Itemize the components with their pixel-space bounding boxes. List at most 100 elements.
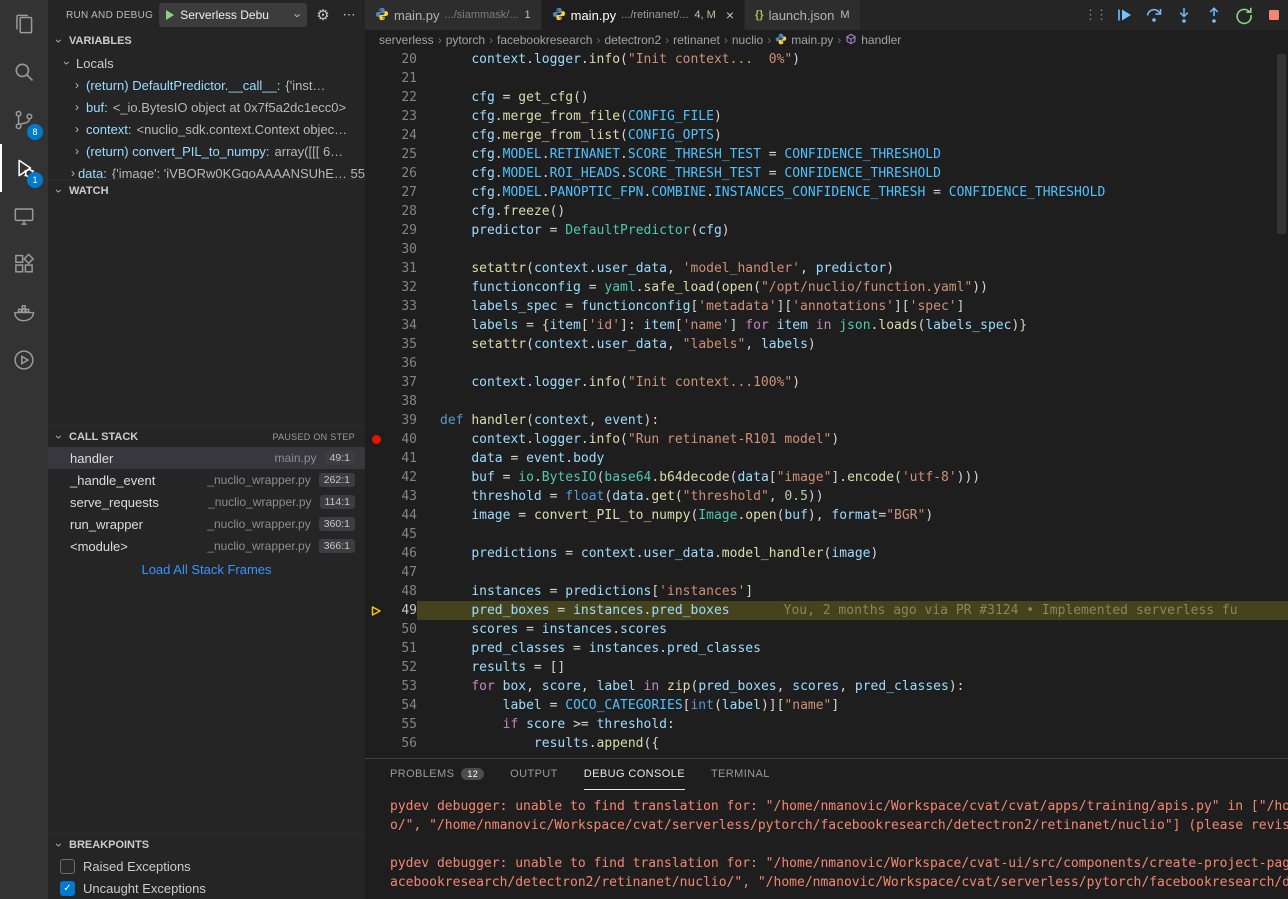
tab-launch-json[interactable]: {} launch.json M [745,0,861,30]
code-line-54[interactable]: 54 label = COCO_CATEGORIES[int(label)]["… [365,696,1288,715]
code-text[interactable]: labels = {item['id']: item['name'] for i… [417,316,1288,335]
stack-frame[interactable]: handlermain.py49:1 [48,447,365,469]
debug-console-output[interactable]: pydev debugger: unable to find translati… [365,790,1288,899]
gutter[interactable] [365,411,387,430]
gutter[interactable] [365,259,387,278]
code-text[interactable]: context.logger.info("Init context... 0%"… [417,50,1288,69]
explorer-icon[interactable] [0,0,48,48]
variable-row[interactable]: ›(return) DefaultPredictor.__call__:{'in… [48,74,365,96]
stop-icon[interactable] [1262,3,1286,27]
code-text[interactable] [417,354,1288,373]
gutter[interactable] [365,316,387,335]
gutter[interactable] [365,620,387,639]
code-text[interactable]: instances = predictions['instances'] [417,582,1288,601]
code-line-56[interactable]: 56 results.append({ [365,734,1288,753]
gutter[interactable] [365,582,387,601]
gutter[interactable] [365,563,387,582]
code-line-46[interactable]: 46 predictions = context.user_data.model… [365,544,1288,563]
remote-explorer-icon[interactable] [0,192,48,240]
code-text[interactable]: predictor = DefaultPredictor(cfg) [417,221,1288,240]
gutter[interactable] [365,69,387,88]
gutter[interactable] [365,240,387,259]
code-text[interactable]: cfg.freeze() [417,202,1288,221]
code-line-28[interactable]: 28 cfg.freeze() [365,202,1288,221]
breadcrumb-item-serverless[interactable]: serverless [379,33,434,47]
gutter[interactable] [365,525,387,544]
gutter[interactable] [365,392,387,411]
code-line-35[interactable]: 35 setattr(context.user_data, "labels", … [365,335,1288,354]
code-text[interactable]: scores = instances.scores [417,620,1288,639]
toolbar-gripper-icon[interactable]: ⋮⋮ [1084,7,1106,23]
code-line-34[interactable]: 34 labels = {item['id']: item['name'] fo… [365,316,1288,335]
code-line-21[interactable]: 21 [365,69,1288,88]
step-out-icon[interactable] [1202,3,1226,27]
checkbox[interactable] [60,859,75,874]
code-text[interactable] [417,240,1288,259]
code-text[interactable]: threshold = float(data.get("threshold", … [417,487,1288,506]
code-line-51[interactable]: 51 pred_classes = instances.pred_classes [365,639,1288,658]
gutter[interactable] [365,696,387,715]
code-text[interactable]: label = COCO_CATEGORIES[int(label)]["nam… [417,696,1288,715]
debug-settings-gear-icon[interactable]: ⚙ [313,6,333,24]
code-line-27[interactable]: 27 cfg.MODEL.PANOPTIC_FPN.COMBINE.INSTAN… [365,183,1288,202]
gutter[interactable] [365,183,387,202]
current-line-arrow[interactable] [365,601,387,620]
gutter[interactable] [365,145,387,164]
stack-frame[interactable]: <module>_nuclio_wrapper.py366:1 [48,535,365,557]
continue-icon[interactable] [1112,3,1136,27]
code-line-39[interactable]: 39def handler(context, event): [365,411,1288,430]
editor-scrollbar[interactable] [1277,54,1286,234]
code-text[interactable] [417,563,1288,582]
code-line-49[interactable]: 49 pred_boxes = instances.pred_boxesYou,… [365,601,1288,620]
breadcrumb-item-facebookresearch[interactable]: facebookresearch [497,33,592,47]
gutter[interactable] [365,335,387,354]
gutter[interactable] [365,468,387,487]
code-text[interactable]: cfg.merge_from_list(CONFIG_OPTS) [417,126,1288,145]
code-line-26[interactable]: 26 cfg.MODEL.ROI_HEADS.SCORE_THRESH_TEST… [365,164,1288,183]
code-line-20[interactable]: 20 context.logger.info("Init context... … [365,50,1288,69]
code-text[interactable]: buf = io.BytesIO(base64.b64decode(data["… [417,468,1288,487]
breadcrumb-item-detectron2[interactable]: detectron2 [604,33,661,47]
code-text[interactable]: for box, score, label in zip(pred_boxes,… [417,677,1288,696]
code-text[interactable]: pred_classes = instances.pred_classes [417,639,1288,658]
code-line-31[interactable]: 31 setattr(context.user_data, 'model_han… [365,259,1288,278]
gutter[interactable] [365,202,387,221]
code-line-52[interactable]: 52 results = [] [365,658,1288,677]
run-and-debug-icon[interactable]: 1 [0,144,48,192]
code-line-55[interactable]: 55 if score >= threshold: [365,715,1288,734]
breadcrumb-item-pytorch[interactable]: pytorch [446,33,485,47]
gutter[interactable] [365,734,387,753]
gutter[interactable] [365,107,387,126]
code-line-40[interactable]: 40 context.logger.info("Run retinanet-R1… [365,430,1288,449]
gutter[interactable] [365,715,387,734]
code-line-37[interactable]: 37 context.logger.info("Init context...1… [365,373,1288,392]
gutter[interactable] [365,278,387,297]
code-line-43[interactable]: 43 threshold = float(data.get("threshold… [365,487,1288,506]
gutter[interactable] [365,449,387,468]
code-text[interactable]: context.logger.info("Init context...100%… [417,373,1288,392]
code-text[interactable]: context.logger.info("Run retinanet-R101 … [417,430,1288,449]
gutter[interactable] [365,50,387,69]
code-text[interactable]: cfg.merge_from_file(CONFIG_FILE) [417,107,1288,126]
restart-icon[interactable] [1232,3,1256,27]
code-line-38[interactable]: 38 [365,392,1288,411]
code-line-50[interactable]: 50 scores = instances.scores [365,620,1288,639]
code-line-25[interactable]: 25 cfg.MODEL.RETINANET.SCORE_THRESH_TEST… [365,145,1288,164]
breadcrumb-item-nuclio[interactable]: nuclio [732,33,763,47]
code-text[interactable]: predictions = context.user_data.model_ha… [417,544,1288,563]
breakpoint-item[interactable]: Raised Exceptions [48,855,365,877]
gutter[interactable] [365,88,387,107]
code-line-24[interactable]: 24 cfg.merge_from_list(CONFIG_OPTS) [365,126,1288,145]
variables-section-header[interactable]: › VARIABLES [48,30,365,52]
tab-problems[interactable]: PROBLEMS 12 [390,759,484,790]
call-stack-section-header[interactable]: › CALL STACK PAUSED ON STEP [48,425,365,447]
tab-terminal[interactable]: TERMINAL [711,759,770,790]
code-line-32[interactable]: 32 functionconfig = yaml.safe_load(open(… [365,278,1288,297]
variable-row[interactable]: ›buf:<_io.BytesIO object at 0x7f5a2dc1ec… [48,96,365,118]
variable-row[interactable]: ›context:<nuclio_sdk.context.Context obj… [48,118,365,140]
gutter[interactable] [365,506,387,525]
code-text[interactable]: cfg.MODEL.PANOPTIC_FPN.COMBINE.INSTANCES… [417,183,1288,202]
play-circle-icon[interactable] [0,336,48,384]
code-text[interactable] [417,525,1288,544]
breadcrumb-item-retinanet[interactable]: retinanet [673,33,720,47]
